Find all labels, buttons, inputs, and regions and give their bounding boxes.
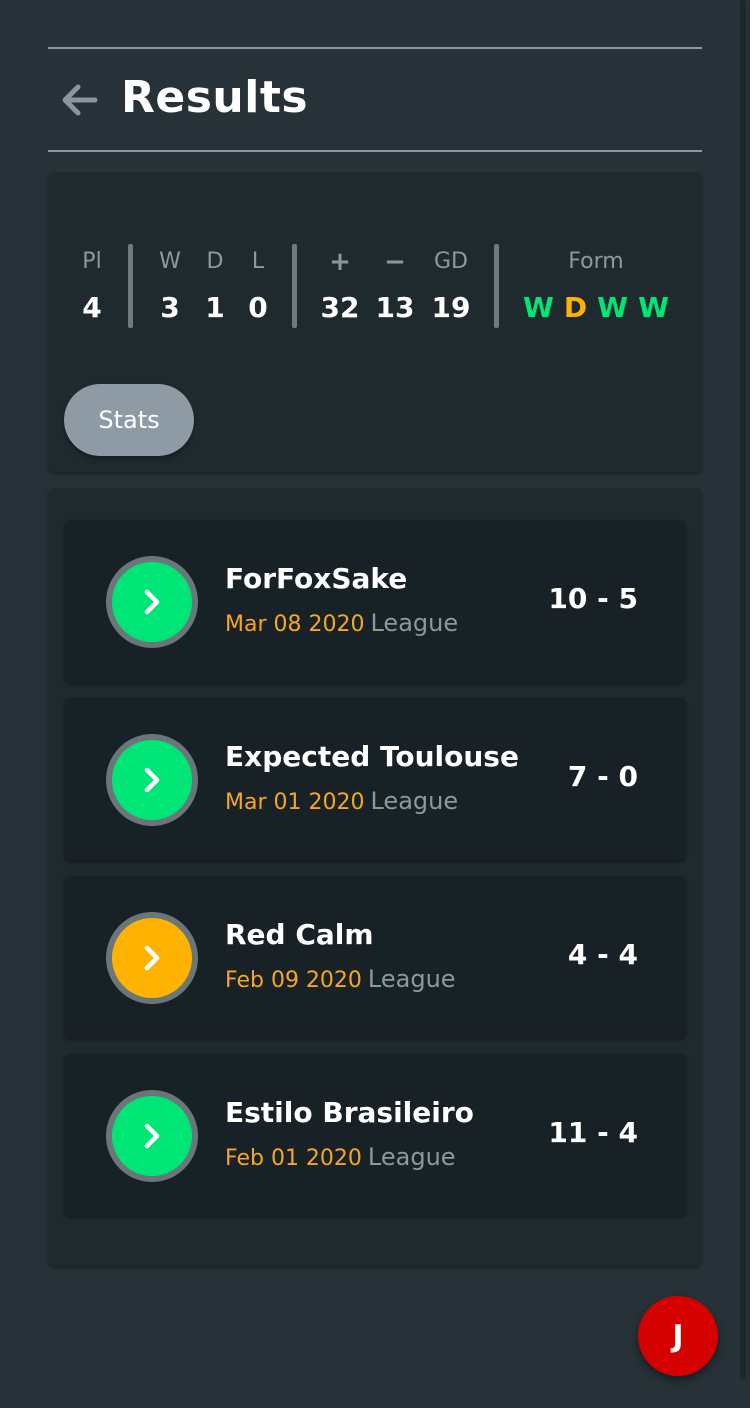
match-card[interactable]: ForFoxSake Mar 08 2020 League 10 - 5 — [64, 520, 686, 682]
match-competition: League — [367, 1143, 456, 1171]
stat-played-label: Pl — [82, 249, 102, 274]
page-title: Results — [121, 72, 309, 123]
form-result-letter: W — [597, 291, 629, 324]
stat-goal-difference: GD 19 — [426, 247, 476, 325]
match-date: Feb 09 2020 — [225, 968, 362, 993]
form-result-letter: W — [523, 291, 554, 324]
back-button[interactable] — [58, 78, 102, 122]
match-opponent: ForFoxSake — [225, 562, 408, 595]
user-avatar-button[interactable]: J — [638, 1296, 718, 1376]
stat-losses-value: 0 — [248, 291, 268, 324]
header-bottom-divider — [48, 150, 702, 152]
match-competition: League — [367, 965, 456, 993]
form-results: WDWW — [516, 291, 676, 325]
match-open-button[interactable] — [106, 556, 198, 648]
chevron-right-icon — [144, 945, 160, 971]
match-date: Mar 08 2020 — [225, 612, 365, 637]
match-open-button[interactable] — [106, 912, 198, 1004]
match-opponent: Expected Toulouse — [225, 740, 519, 773]
match-date: Mar 01 2020 — [225, 790, 365, 815]
stat-goals-against-value: 13 — [375, 291, 415, 324]
stat-draws-label: D — [206, 249, 224, 274]
stat-divider — [128, 244, 133, 328]
stat-goals-against: − 13 — [370, 247, 420, 325]
match-card[interactable]: Red Calm Feb 09 2020 League 4 - 4 — [64, 876, 686, 1038]
stat-goal-difference-value: 19 — [431, 291, 471, 324]
match-meta: Mar 01 2020 League — [225, 787, 458, 815]
stat-goals-for-value: 32 — [320, 291, 360, 324]
form-result-letter: D — [563, 291, 588, 324]
match-card[interactable]: Estilo Brasileiro Feb 01 2020 League 11 - 4 — [64, 1054, 686, 1216]
form-result-letter: W — [638, 291, 669, 324]
stat-divider — [494, 244, 499, 328]
match-score: 7 - 0 — [567, 760, 638, 793]
stat-wins: W 3 — [150, 247, 190, 325]
match-competition: League — [370, 609, 459, 637]
match-card[interactable]: Expected Toulouse Mar 01 2020 League 7 - 0 — [64, 698, 686, 860]
stat-divider — [292, 244, 297, 328]
match-opponent: Red Calm — [225, 918, 374, 951]
header-top-divider — [48, 47, 702, 49]
match-meta: Feb 01 2020 League — [225, 1143, 456, 1171]
stat-form-label: Form — [568, 249, 624, 274]
match-score: 4 - 4 — [567, 938, 638, 971]
match-open-button[interactable] — [106, 734, 198, 826]
arrow-left-icon — [62, 84, 98, 116]
match-competition: League — [370, 787, 459, 815]
match-meta: Mar 08 2020 League — [225, 609, 458, 637]
stat-goals-against-label: − — [384, 247, 406, 277]
match-score: 11 - 4 — [548, 1116, 638, 1149]
stat-wins-label: W — [159, 249, 181, 274]
stat-draws-value: 1 — [205, 291, 225, 324]
match-opponent: Estilo Brasileiro — [225, 1096, 474, 1129]
stat-wins-value: 3 — [160, 291, 180, 324]
stat-goals-for: + 32 — [315, 247, 365, 325]
stat-losses: L 0 — [238, 247, 278, 325]
stat-goal-difference-label: GD — [434, 249, 468, 274]
scrollbar[interactable] — [740, 0, 746, 1380]
match-meta: Feb 09 2020 League — [225, 965, 456, 993]
match-date: Feb 01 2020 — [225, 1146, 362, 1171]
match-open-button[interactable] — [106, 1090, 198, 1182]
stats-button[interactable]: Stats — [64, 384, 194, 456]
chevron-right-icon — [144, 767, 160, 793]
stat-played: Pl 4 — [72, 247, 112, 325]
stat-goals-for-label: + — [329, 247, 351, 277]
chevron-right-icon — [144, 589, 160, 615]
stat-draws: D 1 — [195, 247, 235, 325]
stat-played-value: 4 — [82, 291, 102, 324]
stat-form: Form WDWW — [516, 247, 676, 325]
match-score: 10 - 5 — [548, 582, 638, 615]
chevron-right-icon — [144, 1123, 160, 1149]
stat-losses-label: L — [251, 249, 265, 274]
